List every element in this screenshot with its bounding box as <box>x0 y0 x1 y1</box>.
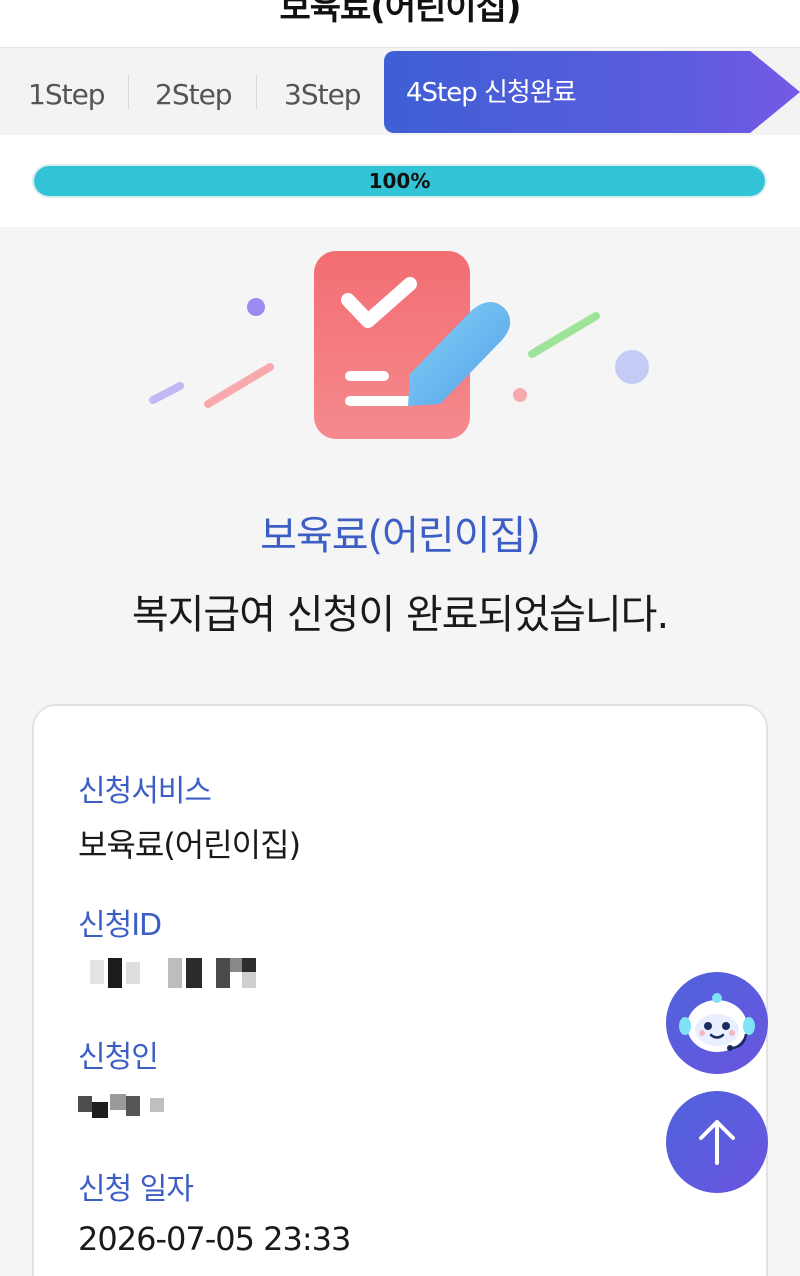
confetti-dot <box>247 298 265 316</box>
app-header: 보육료(어린이집) <box>0 0 800 48</box>
redacted-id <box>90 956 280 990</box>
service-title: 보육료(어린이집) <box>260 513 541 559</box>
date-label: 신청 일자 <box>78 1172 194 1207</box>
step-divider <box>256 74 257 110</box>
confetti-line <box>204 363 274 408</box>
scroll-top-button[interactable] <box>666 1091 768 1193</box>
confetti-line <box>528 312 600 358</box>
step-divider <box>128 74 129 110</box>
progress-bar: 100% <box>32 164 767 198</box>
application-details-card: 신청서비스 보육료(어린이집) 신청ID 신청인 신청 일자 2026-07-0… <box>32 704 768 1276</box>
confetti-dot <box>513 388 527 402</box>
service-value: 보육료(어린이집) <box>78 826 301 864</box>
step-1: 1Step <box>28 78 106 111</box>
progress-section: 100% <box>0 135 800 227</box>
completion-message: 복지급여 신청이 완료되었습니다. <box>131 592 669 638</box>
page-title: 보육료(어린이집) <box>279 0 521 28</box>
redacted-applicant <box>78 1088 198 1124</box>
arrow-up-icon <box>699 1120 735 1165</box>
date-value: 2026-07-05 23:33 <box>78 1220 351 1258</box>
application-complete-page: 보육료(어린이집) 1Step 2Step 3Step 4Step 신청완료 1… <box>0 0 800 1276</box>
step-3: 3Step <box>284 78 362 111</box>
step-4-label: 4Step 신청완료 <box>406 78 577 108</box>
confetti-line <box>149 382 184 404</box>
step-4-active: 4Step 신청완료 <box>384 51 800 133</box>
chatbot-robot-icon <box>679 993 755 1052</box>
step-2: 2Step <box>155 78 233 111</box>
step-indicator: 1Step 2Step 3Step 4Step 신청완료 <box>0 49 800 135</box>
applicant-label: 신청인 <box>78 1040 159 1075</box>
service-label: 신청서비스 <box>78 774 212 809</box>
checklist-pencil-icon <box>149 251 649 439</box>
confetti-dot <box>615 350 649 384</box>
chatbot-button[interactable] <box>666 972 768 1074</box>
progress-label: 100% <box>368 169 431 193</box>
id-label: 신청ID <box>78 908 162 943</box>
